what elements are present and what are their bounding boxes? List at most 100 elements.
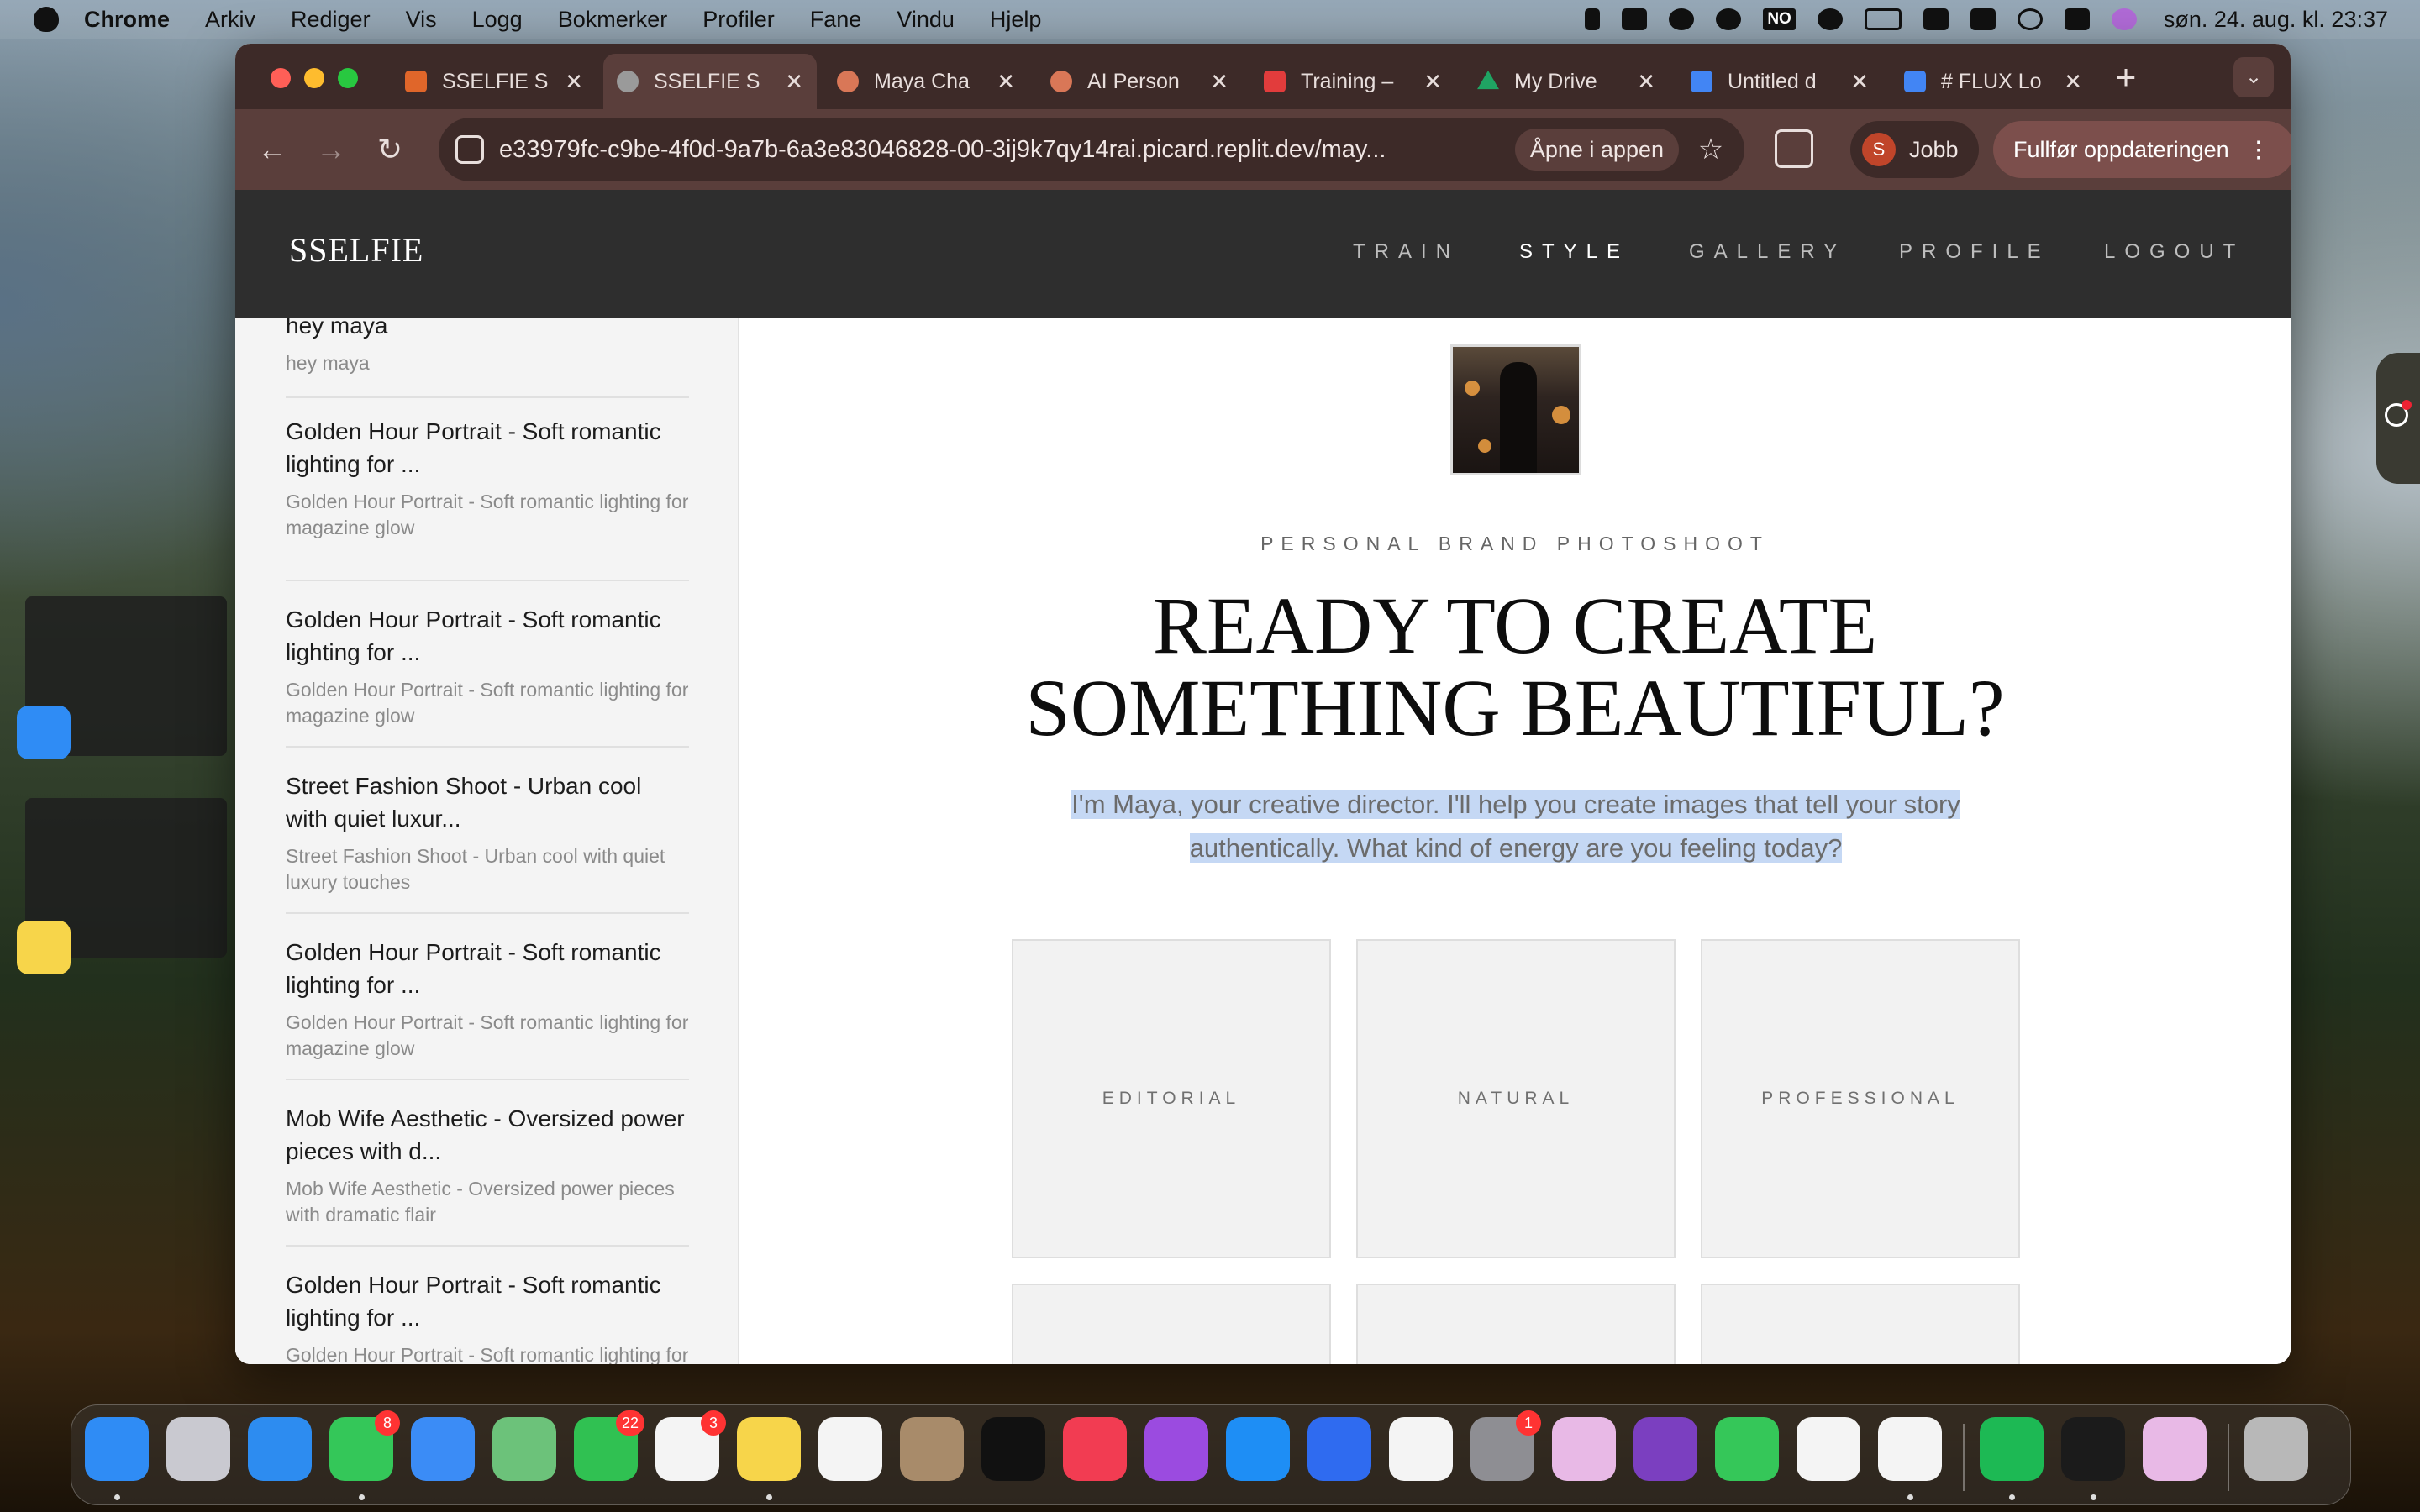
chrome-icon[interactable] [1878, 1417, 1942, 1481]
style-option-card[interactable] [1701, 1284, 2020, 1364]
notes-icon[interactable] [17, 921, 71, 974]
browser-tab[interactable]: Untitled d ✕ [1677, 54, 1882, 109]
close-window-button[interactable] [271, 68, 291, 88]
tab-search-button[interactable]: ⌄ [2233, 57, 2274, 97]
browser-tab[interactable]: My Drive ✕ [1464, 54, 1669, 109]
menu-logg[interactable]: Logg [472, 7, 523, 33]
update-button[interactable]: Fullfør oppdateringen ⋮ [1993, 121, 2291, 178]
notes-icon[interactable] [737, 1417, 801, 1481]
numbers-icon[interactable] [1715, 1417, 1779, 1481]
back-button[interactable]: ← [250, 128, 294, 171]
open-in-app-button[interactable]: Åpne i appen [1514, 129, 1679, 171]
style-option-professional[interactable]: PROFESSIONAL [1701, 939, 2020, 1258]
menu-rediger[interactable]: Rediger [291, 7, 371, 33]
trash-icon[interactable] [2244, 1417, 2308, 1481]
siri-icon[interactable] [2111, 8, 2137, 30]
close-tab-icon[interactable]: ✕ [1210, 69, 1228, 95]
nav-profile[interactable]: PROFILE [1899, 240, 2050, 264]
site-info-icon[interactable] [455, 135, 484, 164]
close-tab-icon[interactable]: ✕ [1850, 69, 1869, 95]
close-tab-icon[interactable]: ✕ [2064, 69, 2082, 95]
menu-arkiv[interactable]: Arkiv [205, 7, 255, 33]
conversation-item[interactable]: Mob Wife Aesthetic - Oversized power pie… [286, 1080, 689, 1247]
conversation-item[interactable]: Street Fashion Shoot - Urban cool with q… [286, 748, 689, 914]
conversation-item[interactable]: Golden Hour Portrait - Soft romantic lig… [286, 581, 689, 748]
conversation-item[interactable]: Golden Hour Portrait - Soft romantic lig… [286, 1247, 689, 1364]
system-settings-icon[interactable]: 1 [1470, 1410, 1541, 1481]
wifi-icon[interactable] [1923, 8, 1949, 30]
style-option-card[interactable] [1356, 1284, 1676, 1364]
zoom-window-button[interactable] [338, 68, 358, 88]
screen-mirroring-icon[interactable] [1970, 8, 1996, 30]
menu-vindu[interactable]: Vindu [897, 7, 955, 33]
contacts-icon[interactable] [900, 1417, 964, 1481]
grammarly-icon[interactable] [1669, 8, 1695, 30]
spotlight-search-icon[interactable] [2017, 8, 2043, 30]
floating-plugin-tab[interactable] [2376, 353, 2420, 484]
browser-tab[interactable]: Maya Cha ✕ [823, 54, 1028, 109]
style-option-natural[interactable]: NATURAL [1356, 939, 1676, 1258]
nav-style[interactable]: STYLE [1519, 240, 1629, 264]
apple-tv-icon[interactable] [981, 1417, 1045, 1481]
input-source-indicator[interactable]: NO [1763, 8, 1796, 30]
reload-button[interactable]: ↻ [368, 128, 412, 171]
bookmark-star-icon[interactable]: ☆ [1689, 133, 1733, 166]
finder-icon[interactable] [85, 1417, 149, 1481]
github-icon[interactable] [1634, 1417, 1697, 1481]
keynote-2-icon[interactable] [2143, 1417, 2207, 1481]
finder-icon[interactable] [17, 706, 71, 759]
nav-train[interactable]: TRAIN [1353, 240, 1460, 264]
launchpad-icon[interactable] [166, 1417, 230, 1481]
reminders-icon[interactable]: 3 [655, 1410, 726, 1481]
facetime-icon[interactable]: 22 [574, 1410, 644, 1481]
close-tab-icon[interactable]: ✕ [1423, 69, 1442, 95]
close-tab-icon[interactable]: ✕ [997, 69, 1015, 95]
address-bar[interactable]: e33979fc-c9be-4f0d-9a7b-6a3e83046828-00-… [439, 118, 1744, 181]
url-text[interactable]: e33979fc-c9be-4f0d-9a7b-6a3e83046828-00-… [499, 136, 1502, 164]
app-store-icon[interactable] [1226, 1417, 1290, 1481]
spotify-icon[interactable] [1980, 1417, 2044, 1481]
roblox-icon[interactable] [1307, 1417, 1371, 1481]
menu-vis[interactable]: Vis [406, 7, 437, 33]
nav-gallery[interactable]: GALLERY [1689, 240, 1846, 264]
close-tab-icon[interactable]: ✕ [565, 69, 583, 95]
profile-button[interactable]: S Jobb [1850, 121, 1979, 178]
new-tab-button[interactable]: + [2104, 55, 2148, 99]
keynote-icon[interactable] [1552, 1417, 1616, 1481]
cube-app-icon[interactable] [2061, 1417, 2125, 1481]
menu-fane[interactable]: Fane [810, 7, 862, 33]
conversation-item[interactable]: hey maya hey maya [286, 318, 689, 398]
close-tab-icon[interactable]: ✕ [1637, 69, 1655, 95]
display-icon[interactable] [1622, 8, 1648, 30]
menu-profiler[interactable]: Profiler [702, 7, 775, 33]
menu-bar-clock[interactable]: søn. 24. aug. kl. 23:37 [2164, 7, 2388, 33]
menu-hjelp[interactable]: Hjelp [990, 7, 1042, 33]
browser-tab[interactable]: Training – ✕ [1250, 54, 1455, 109]
safari-icon[interactable] [248, 1417, 312, 1481]
nav-logout[interactable]: LOGOUT [2104, 240, 2244, 264]
extensions-icon[interactable] [1775, 129, 1813, 168]
forward-button[interactable]: → [309, 128, 353, 171]
perplexity-icon[interactable] [1797, 1417, 1860, 1481]
browser-tab[interactable]: AI Person ✕ [1037, 54, 1242, 109]
apple-logo-icon[interactable] [34, 7, 59, 32]
close-tab-icon[interactable]: ✕ [785, 69, 803, 95]
conversation-item[interactable]: Golden Hour Portrait - Soft romantic lig… [286, 415, 689, 581]
maps-icon[interactable] [492, 1417, 556, 1481]
accessibility-icon[interactable] [1716, 8, 1742, 30]
minimize-window-button[interactable] [304, 68, 324, 88]
mail-icon[interactable] [411, 1417, 475, 1481]
control-center-icon[interactable] [2064, 8, 2090, 30]
conversation-item[interactable]: Golden Hour Portrait - Soft romantic lig… [286, 914, 689, 1080]
browser-tab[interactable]: SSELFIE S ✕ [392, 54, 597, 109]
browser-tab[interactable]: # FLUX Lo ✕ [1891, 54, 2096, 109]
style-option-editorial[interactable]: EDITORIAL [1012, 939, 1331, 1258]
bluetooth-icon[interactable] [1585, 8, 1601, 30]
play-icon[interactable] [1817, 8, 1843, 30]
menu-app-name[interactable]: Chrome [84, 7, 170, 33]
music-icon[interactable] [1063, 1417, 1127, 1481]
freeform-icon[interactable] [818, 1417, 882, 1481]
style-option-card[interactable] [1012, 1284, 1331, 1364]
menu-bokmerker[interactable]: Bokmerker [558, 7, 668, 33]
site-logo[interactable]: SSELFIE [289, 230, 424, 270]
